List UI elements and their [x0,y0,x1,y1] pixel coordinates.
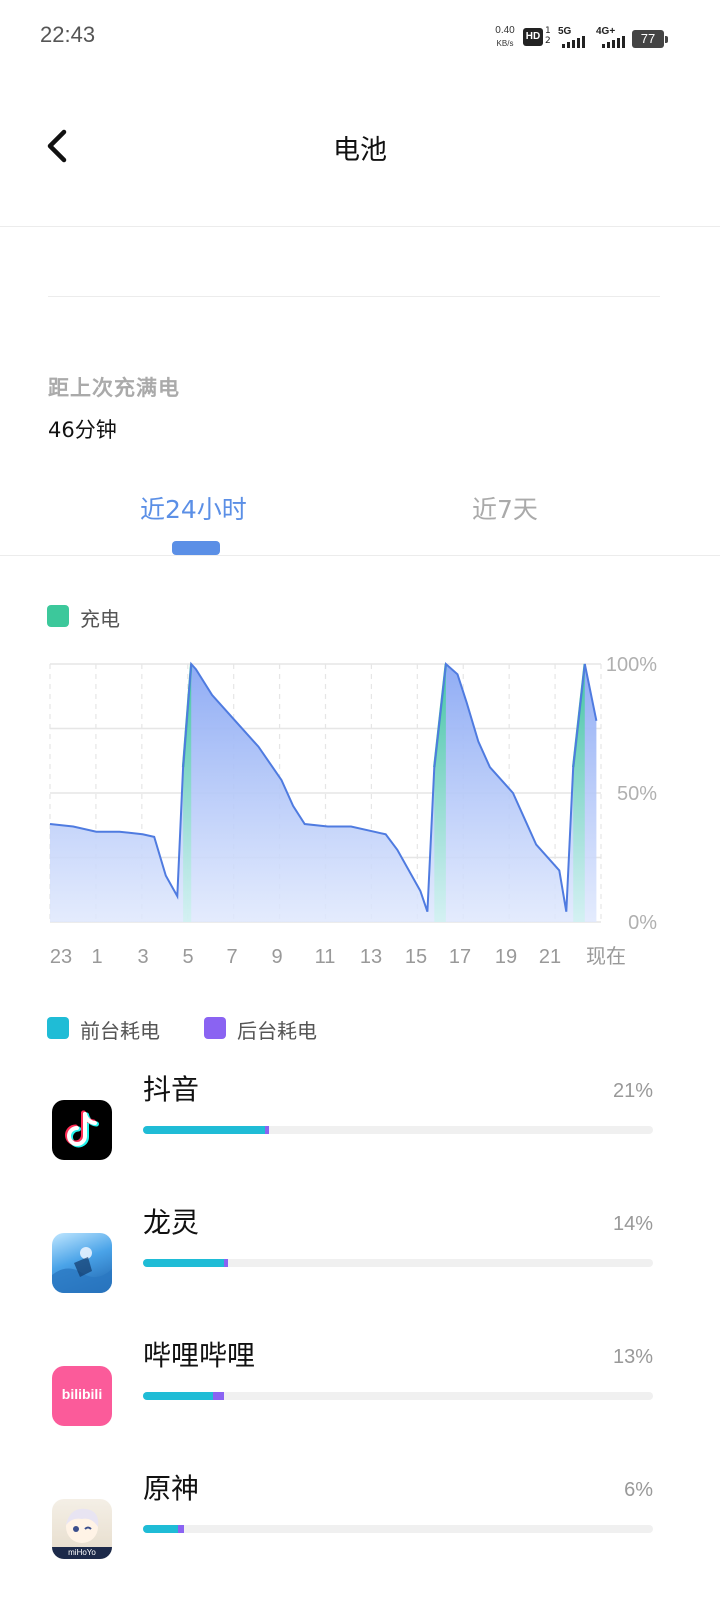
x-axis-label: 17 [449,946,471,968]
x-axis-label: 7 [226,946,237,968]
app-row-douyin[interactable]: 抖音 21% [0,1064,720,1197]
foreground-legend-swatch [47,1017,69,1039]
charging-legend-label: 充电 [80,607,120,631]
app-row-genshin[interactable]: miHoYo 原神 6% [0,1463,720,1596]
tabs-divider [0,555,720,556]
douyin-icon [52,1100,112,1160]
signal-5g-label: 5G [558,26,572,37]
app-percent: 6% [624,1479,653,1501]
x-axis-label: 13 [360,946,382,968]
y-axis-label: 100% [606,654,657,676]
usage-bar [143,1392,653,1400]
genshin-icon: miHoYo [52,1499,112,1559]
since-full-charge-label: 距上次充满电 [48,376,180,400]
x-axis-label: 15 [405,946,427,968]
foreground-usage-fill [143,1525,178,1533]
app-percent: 13% [612,1346,653,1368]
hd-voice-icon: HD [523,28,543,46]
y-axis-label: 0% [628,912,657,934]
chevron-left-icon [47,129,67,163]
app-name: 抖音 [143,1073,200,1106]
charging-area [573,664,585,922]
battery-tip [665,36,668,43]
charging-legend-swatch [47,605,69,627]
background-legend-label: 后台耗电 [237,1019,317,1043]
tab-active-indicator [172,541,220,555]
signal-4g-icon: 4G+ [596,26,626,50]
app-percent: 14% [612,1213,653,1235]
usage-bar [143,1259,653,1267]
background-usage-fill [212,1392,225,1400]
since-full-charge-value: 46分钟 [48,418,117,442]
bilibili-logo-text: bilibili [61,1386,103,1402]
foreground-usage-fill [143,1126,265,1134]
chart-y-labels: 100% 50% 0% [606,654,657,934]
chart-x-labels: 23 1 3 5 7 9 11 13 15 17 19 21 现在 [50,945,626,968]
charging-area [434,664,446,922]
foreground-legend-label: 前台耗电 [80,1019,160,1043]
x-axis-label: 11 [315,946,336,968]
usage-bar [143,1525,653,1533]
app-name: 龙灵 [143,1206,200,1239]
signal-4g-label: 4G+ [596,26,616,37]
background-legend-swatch [204,1017,226,1039]
battery-chart: 100%50%0% 23 1 3 5 7 9 11 13 15 17 19 21 现在 [49,654,657,968]
hd-sim-indicator: 1 2 [545,26,551,46]
status-time: 22:43 [40,22,96,47]
tab-24-hours[interactable]: 近24小时 [140,490,247,526]
page-title: 电池 [333,135,387,166]
bilibili-icon: bilibili [52,1366,112,1426]
app-row-bilibili[interactable]: bilibili 哔哩哔哩 13% [0,1330,720,1463]
x-axis-label: 19 [495,946,517,968]
background-usage-fill [264,1126,270,1134]
section-divider [48,296,660,297]
app-name: 哔哩哔哩 [143,1339,256,1372]
foreground-usage-fill [143,1259,225,1267]
x-axis-label: 21 [539,946,561,968]
foreground-usage-fill [143,1392,213,1400]
genshin-logo-text: miHoYo [68,1548,96,1557]
network-speed-value: 0.40 [495,25,515,36]
background-usage-fill [177,1525,184,1533]
y-axis-label: 50% [617,783,657,805]
x-axis-label: 1 [91,946,102,968]
x-axis-label: 23 [50,946,72,968]
back-button[interactable] [44,126,74,166]
app-name: 原神 [143,1472,200,1505]
header-divider [0,226,720,227]
app-percent: 21% [612,1080,653,1102]
x-axis-label: 现在 [586,945,626,968]
hd-sim-top: 1 [545,26,551,36]
x-axis-label: 9 [271,946,282,968]
background-usage-fill [224,1259,229,1267]
network-speed: 0.40 KB/s [490,24,520,50]
game-icon [52,1233,112,1293]
signal-5g-icon: 5G [558,26,588,50]
battery-icon: 77 [632,30,664,48]
network-speed-unit: KB/s [496,39,514,48]
app-row-longling[interactable]: 龙灵 14% [0,1197,720,1330]
hd-sim-bottom: 2 [545,36,551,46]
x-axis-label: 3 [137,946,148,968]
x-axis-label: 5 [182,946,193,968]
usage-bar [143,1126,653,1134]
tab-7-days[interactable]: 近7天 [472,490,538,526]
